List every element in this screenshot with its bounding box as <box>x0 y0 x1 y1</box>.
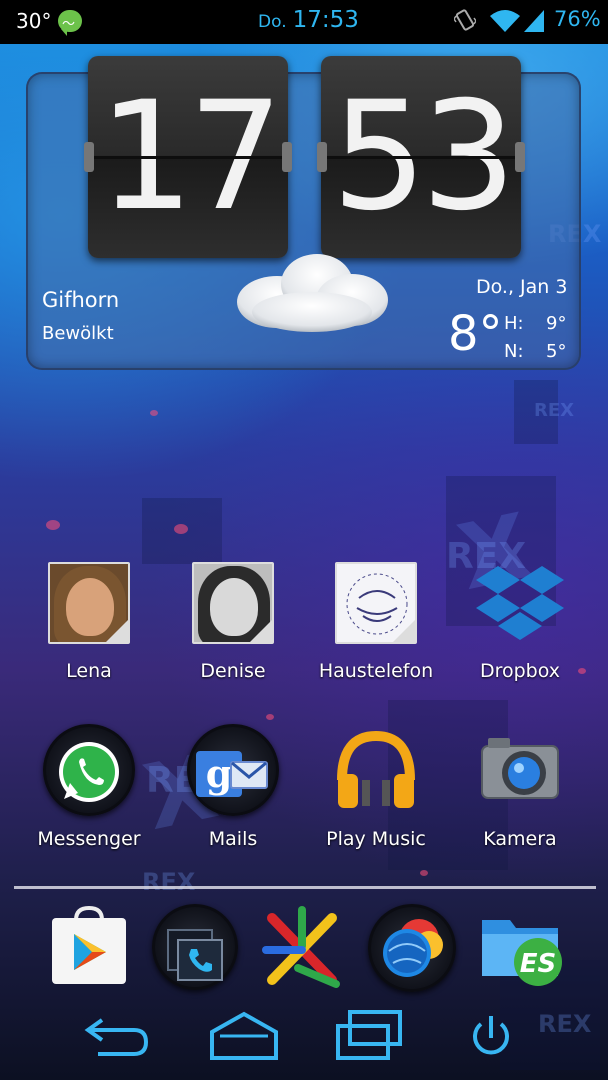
signal-icon <box>524 10 544 32</box>
google-mail-icon: g <box>187 724 279 816</box>
app-label: Messenger <box>37 828 141 850</box>
app-label: Dropbox <box>479 660 561 682</box>
status-time: 17:53 <box>292 7 359 33</box>
status-bar: 30° 〜 Do. 17:53 76% <box>0 0 608 44</box>
app-dropbox[interactable]: Dropbox <box>450 560 590 690</box>
recent-apps-icon[interactable] <box>332 1006 412 1066</box>
status-day: Do. <box>258 12 287 32</box>
app-play-music[interactable]: Play Music <box>306 722 446 856</box>
camera-icon <box>481 738 559 799</box>
app-label: Lena <box>66 660 112 682</box>
speech-bubble-pulse-icon: 〜 <box>58 10 82 36</box>
app-drawer-icon[interactable] <box>258 906 348 996</box>
weather-low: N: 5° <box>504 341 567 362</box>
app-label: Play Music <box>326 828 426 850</box>
app-haustelefon[interactable]: Haustelefon <box>306 560 446 690</box>
svg-text:ES: ES <box>520 949 557 979</box>
app-denise[interactable]: Denise <box>163 560 303 690</box>
wifi-icon <box>490 10 520 32</box>
weather-city: Gifhorn <box>42 288 120 312</box>
back-icon[interactable] <box>82 1006 152 1066</box>
app-lena[interactable]: Lena <box>19 560 159 690</box>
home-icon[interactable] <box>206 1006 282 1066</box>
headphones-icon <box>337 730 415 808</box>
contact-photo-lena <box>48 562 130 644</box>
phone-icon[interactable] <box>150 902 240 992</box>
weather-date: Do., Jan 3 <box>476 276 568 298</box>
browser-icon[interactable] <box>366 902 456 992</box>
weather-condition: Bewölkt <box>42 323 114 344</box>
flip-clock-hours: 17 <box>84 56 292 258</box>
app-messenger[interactable]: Messenger <box>19 722 159 856</box>
app-label: Kamera <box>483 828 557 850</box>
vibrate-icon <box>454 9 476 31</box>
play-store-icon[interactable] <box>48 905 138 996</box>
app-mails[interactable]: g Mails <box>163 722 303 856</box>
app-label: Denise <box>200 660 266 682</box>
battery-percent: 76% <box>554 7 601 31</box>
cloud-icon <box>237 254 388 332</box>
contact-photo-denise <box>192 562 274 644</box>
status-temperature: 30° <box>16 9 52 33</box>
flip-clock-minutes: 53 <box>317 56 525 258</box>
weather-high: H: 9° <box>504 313 567 334</box>
weather-temperature: 8° <box>448 306 503 362</box>
status-clock: Do. 17:53 <box>258 7 359 33</box>
app-label: Haustelefon <box>318 660 434 682</box>
dock-divider <box>14 886 596 889</box>
power-icon[interactable] <box>466 1006 516 1066</box>
app-label: Mails <box>208 828 258 850</box>
dropbox-icon <box>476 566 564 640</box>
whatsapp-icon <box>43 724 135 816</box>
contact-photo-haustelefon <box>335 562 417 644</box>
es-file-explorer-icon[interactable]: ES <box>476 904 566 994</box>
app-kamera[interactable]: Kamera <box>450 722 590 856</box>
